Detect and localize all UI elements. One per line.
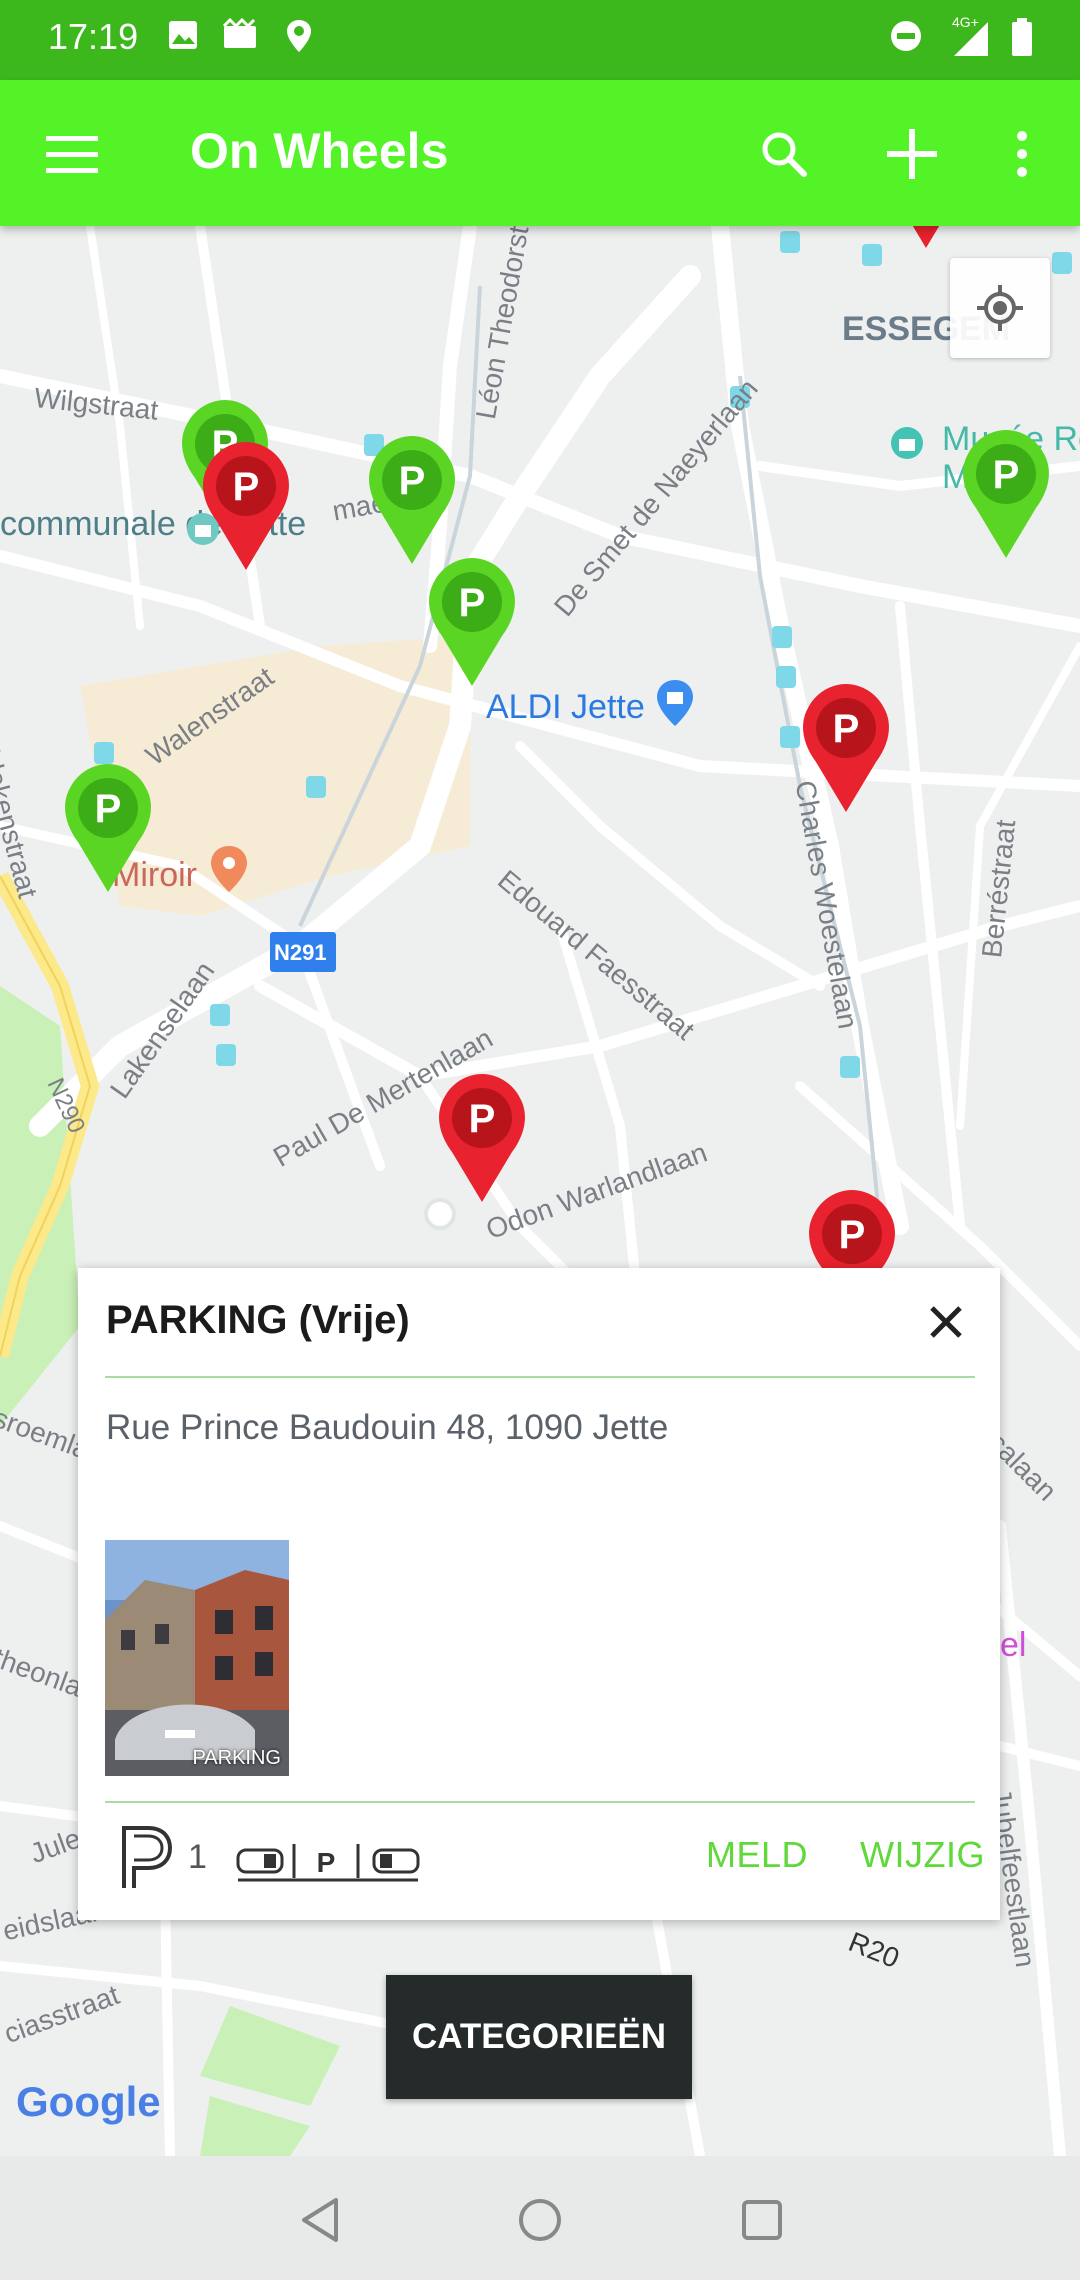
google-logo-text: Google bbox=[16, 2078, 161, 2125]
system-nav-bar bbox=[0, 2156, 1080, 2280]
parking-layout-icon: P bbox=[236, 1844, 420, 1882]
museum-icon bbox=[891, 427, 923, 459]
svg-text:P: P bbox=[833, 707, 860, 751]
parking-marker-free[interactable]: P bbox=[956, 428, 1056, 562]
parking-photo-image bbox=[105, 1540, 289, 1776]
search-icon bbox=[762, 132, 807, 177]
poi-label-partial: el bbox=[1000, 1626, 1027, 1664]
menu-button[interactable] bbox=[34, 116, 110, 192]
close-button[interactable] bbox=[918, 1294, 974, 1350]
parking-marker-free[interactable]: P bbox=[422, 556, 522, 690]
more-options-button[interactable] bbox=[984, 116, 1060, 192]
search-button[interactable] bbox=[746, 116, 822, 192]
parking-info-card: PARKING (Vrije) Rue Prince Baudouin 48, … bbox=[78, 1268, 1000, 1920]
park-area bbox=[200, 2096, 310, 2156]
svg-text:P: P bbox=[399, 459, 426, 503]
menu-icon bbox=[46, 136, 98, 173]
parking-photo[interactable]: PARKING bbox=[105, 1540, 289, 1776]
status-time: 17:19 bbox=[48, 16, 139, 57]
report-button[interactable]: MELD bbox=[706, 1834, 808, 1876]
close-icon bbox=[930, 1306, 962, 1338]
parking-title: PARKING (Vrije) bbox=[106, 1298, 410, 1342]
status-bar: 17:19 4G+ bbox=[0, 0, 1080, 80]
route-shield: N291 bbox=[274, 940, 327, 965]
poi-label-aldi: ALDI Jette bbox=[486, 688, 645, 726]
photo-caption: PARKING bbox=[192, 1747, 281, 1769]
add-icon bbox=[887, 129, 937, 179]
svg-text:P: P bbox=[459, 581, 486, 625]
recents-button[interactable] bbox=[732, 2190, 792, 2250]
add-button[interactable] bbox=[874, 116, 950, 192]
signal-icon bbox=[954, 22, 988, 56]
more-vert-icon bbox=[1017, 131, 1027, 177]
poi-label-jette: communale de Jette bbox=[0, 505, 307, 543]
svg-text:P: P bbox=[993, 453, 1020, 497]
edit-button[interactable]: WIJZIG bbox=[860, 1834, 985, 1876]
svg-text:P: P bbox=[469, 1097, 496, 1141]
recents-icon bbox=[742, 2200, 782, 2240]
svg-text:P: P bbox=[233, 465, 260, 509]
parking-address: Rue Prince Baudouin 48, 1090 Jette bbox=[106, 1408, 669, 1447]
battery-icon bbox=[1012, 18, 1032, 56]
location-notification-icon bbox=[287, 20, 311, 52]
back-button[interactable] bbox=[290, 2190, 350, 2250]
place-icon bbox=[211, 846, 247, 892]
do-not-disturb-icon bbox=[891, 21, 921, 51]
home-icon bbox=[519, 2199, 561, 2241]
divider bbox=[105, 1801, 975, 1803]
svg-text:P: P bbox=[317, 1847, 336, 1878]
shopping-icon bbox=[657, 680, 693, 726]
app-title: On Wheels bbox=[190, 123, 449, 179]
home-button[interactable] bbox=[510, 2190, 570, 2250]
svg-text:P: P bbox=[95, 787, 122, 831]
parking-marker-paid[interactable]: P bbox=[432, 1072, 532, 1206]
parking-sign-icon bbox=[122, 1826, 173, 1888]
park-area bbox=[200, 2006, 340, 2106]
parking-marker-free[interactable]: P bbox=[58, 762, 158, 896]
my-location-icon bbox=[977, 285, 1023, 331]
svg-text:P: P bbox=[839, 1213, 866, 1257]
video-notification-icon bbox=[222, 18, 256, 48]
park-area bbox=[0, 986, 80, 1426]
app-bar: On Wheels bbox=[0, 80, 1080, 226]
my-location-button[interactable] bbox=[950, 258, 1050, 358]
parking-marker-paid[interactable]: P bbox=[876, 226, 976, 252]
parking-marker-paid[interactable]: P bbox=[796, 682, 896, 816]
image-notification-icon bbox=[169, 21, 197, 49]
parking-spot-count: 1 bbox=[188, 1838, 207, 1876]
divider bbox=[105, 1376, 975, 1378]
parking-marker-paid[interactable]: P bbox=[196, 440, 296, 574]
google-logo: Google bbox=[16, 2078, 161, 2126]
back-icon bbox=[302, 2198, 338, 2242]
categories-button[interactable]: CATEGORIEËN bbox=[386, 1975, 692, 2099]
parking-marker-free[interactable]: P bbox=[362, 434, 462, 568]
